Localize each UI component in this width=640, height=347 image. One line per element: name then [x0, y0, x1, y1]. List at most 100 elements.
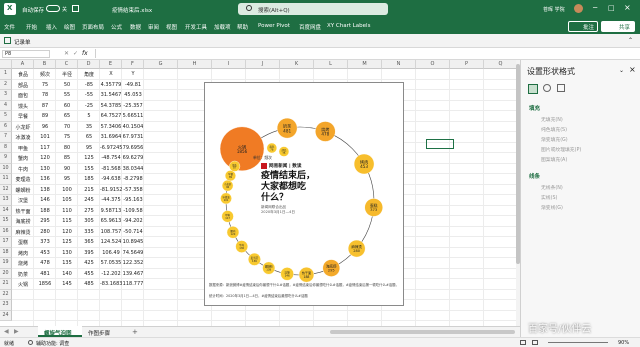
table-cell[interactable]: 50: [56, 82, 78, 93]
table-cell[interactable]: 140: [56, 271, 78, 282]
table-cell[interactable]: -109.58: [122, 208, 144, 219]
confirm-icon[interactable]: ✓: [73, 50, 78, 57]
name-box[interactable]: P8: [2, 50, 50, 58]
row-header[interactable]: 10: [0, 163, 12, 174]
table-cell[interactable]: 124.524: [100, 239, 122, 250]
table-cell[interactable]: 31.6964: [100, 134, 122, 145]
table-cell[interactable]: 120: [34, 155, 56, 166]
row-header[interactable]: 1: [0, 69, 12, 80]
table-cell[interactable]: 烧烤: [12, 260, 34, 271]
column-header-o[interactable]: O: [416, 60, 450, 69]
table-cell[interactable]: 早餐: [12, 113, 34, 124]
menu-item-insert[interactable]: 插入: [46, 23, 57, 31]
table-cell[interactable]: -50.714: [122, 229, 144, 240]
table-cell[interactable]: 87: [34, 103, 56, 114]
table-cell[interactable]: 295: [34, 218, 56, 229]
column-header-i[interactable]: I: [212, 60, 246, 69]
table-cell[interactable]: -94.202: [122, 218, 144, 229]
table-cell[interactable]: 麻辣烫: [12, 229, 34, 240]
table-cell[interactable]: 117: [34, 145, 56, 156]
line-option-none[interactable]: 无线条(N): [541, 184, 563, 191]
table-cell[interactable]: 4.35779: [100, 82, 122, 93]
menu-item-baidu-pan[interactable]: 百度网盘: [299, 23, 321, 31]
column-header-f[interactable]: F: [122, 60, 144, 69]
zoom-slider[interactable]: [548, 342, 608, 343]
panel-close-icon[interactable]: ×: [629, 65, 636, 74]
table-cell[interactable]: 122.352: [122, 260, 144, 271]
table-header-cell[interactable]: 角度: [78, 71, 100, 82]
table-cell[interactable]: 蛋糕: [12, 239, 34, 250]
table-cell[interactable]: 125: [78, 155, 100, 166]
row-header[interactable]: 15: [0, 216, 12, 227]
table-cell[interactable]: 汉堡: [12, 197, 34, 208]
table-cell[interactable]: 奶茶: [12, 271, 34, 282]
table-cell[interactable]: 280: [34, 229, 56, 240]
table-cell[interactable]: 136: [34, 176, 56, 187]
table-cell[interactable]: 57.0535: [100, 260, 122, 271]
table-cell[interactable]: 365: [78, 239, 100, 250]
effects-tab-icon[interactable]: [543, 84, 551, 92]
menu-item-view[interactable]: 视图: [166, 23, 177, 31]
table-cell[interactable]: -6.97245: [100, 145, 122, 156]
table-cell[interactable]: 40.1504: [122, 124, 144, 135]
row-header[interactable]: 17: [0, 237, 12, 248]
table-cell[interactable]: 89: [34, 113, 56, 124]
column-header-m[interactable]: M: [348, 60, 382, 69]
table-cell[interactable]: 155: [78, 166, 100, 177]
table-header-cell[interactable]: 频次: [34, 71, 56, 82]
table-cell[interactable]: -85: [78, 82, 100, 93]
table-cell[interactable]: 1856: [34, 281, 56, 292]
table-cell[interactable]: 105: [56, 197, 78, 208]
table-cell[interactable]: 145: [56, 281, 78, 292]
table-cell[interactable]: 65.9613: [100, 218, 122, 229]
row-header[interactable]: 9: [0, 153, 12, 164]
table-cell[interactable]: -57.358: [122, 187, 144, 198]
column-header-c[interactable]: C: [56, 60, 78, 69]
table-cell[interactable]: -49.81: [122, 82, 144, 93]
column-header-h[interactable]: H: [178, 60, 212, 69]
table-cell[interactable]: 481: [34, 271, 56, 282]
menu-item-file[interactable]: 文件: [4, 23, 15, 31]
table-cell[interactable]: 10.8945: [122, 239, 144, 250]
table-cell[interactable]: -25.357: [122, 103, 144, 114]
table-cell[interactable]: 65: [56, 113, 78, 124]
column-header-j[interactable]: J: [246, 60, 280, 69]
table-header-cell[interactable]: Y: [122, 71, 144, 82]
zoom-level[interactable]: 90%: [618, 340, 629, 346]
active-cell[interactable]: [426, 139, 454, 149]
fill-option-pattern[interactable]: 图案填充(A): [541, 156, 567, 163]
column-header-k[interactable]: K: [280, 60, 314, 69]
row-header[interactable]: 18: [0, 247, 12, 258]
table-cell[interactable]: 57.3406: [100, 124, 122, 135]
next-sheet-icon[interactable]: ▶: [14, 328, 19, 335]
prev-sheet-icon[interactable]: ◀: [4, 328, 9, 335]
row-header[interactable]: 12: [0, 184, 12, 195]
minimize-icon[interactable]: ─: [593, 4, 597, 12]
table-cell[interactable]: 部品: [12, 82, 34, 93]
table-cell[interactable]: 热干面: [12, 208, 34, 219]
table-cell[interactable]: 55: [56, 92, 78, 103]
select-all-corner[interactable]: [0, 60, 12, 69]
table-cell[interactable]: 面包: [12, 92, 34, 103]
menu-item-review[interactable]: 审阅: [148, 23, 159, 31]
table-cell[interactable]: 烤肉: [12, 250, 34, 261]
column-header-a[interactable]: A: [12, 60, 34, 69]
menu-item-page-layout[interactable]: 页面布局: [82, 23, 104, 31]
table-cell[interactable]: 395: [78, 250, 100, 261]
row-header[interactable]: 23: [0, 300, 12, 311]
menu-item-help[interactable]: 帮助: [237, 23, 248, 31]
table-cell[interactable]: 麦理造: [12, 176, 34, 187]
table-cell[interactable]: 453: [34, 250, 56, 261]
search-input[interactable]: 搜索(Alt+Q): [258, 6, 290, 14]
sheet-tab-2[interactable]: 作图步骤: [88, 329, 110, 337]
column-header-n[interactable]: N: [382, 60, 416, 69]
row-header[interactable]: 14: [0, 205, 12, 216]
table-cell[interactable]: 106.49: [100, 250, 122, 261]
table-cell[interactable]: -83.1683: [100, 281, 122, 292]
table-cell[interactable]: 138: [34, 187, 56, 198]
table-cell[interactable]: 125: [56, 239, 78, 250]
form-icon[interactable]: [4, 37, 11, 44]
table-cell[interactable]: -95.163: [122, 197, 144, 208]
view-normal-icon[interactable]: [520, 340, 526, 345]
table-cell[interactable]: 335: [78, 229, 100, 240]
